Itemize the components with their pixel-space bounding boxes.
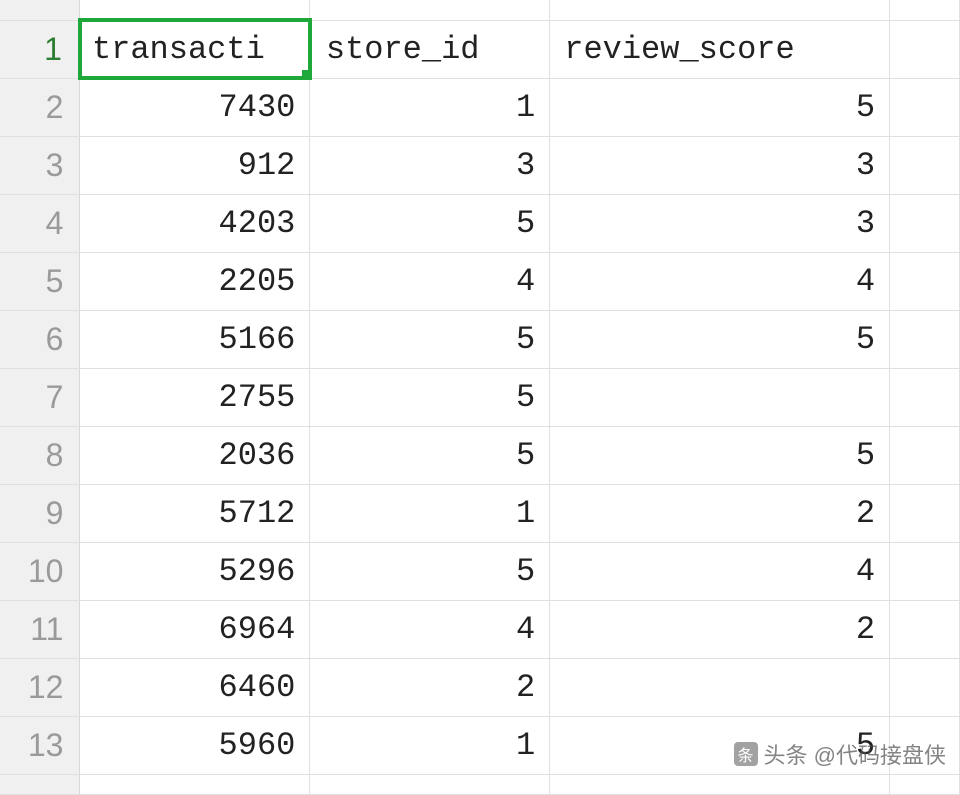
table-row: 1 transacti store_id review_score <box>0 20 960 78</box>
partial-row-bottom <box>0 774 960 794</box>
table-row: 7 2755 5 <box>0 368 960 426</box>
table-row: 6 5166 5 5 <box>0 310 960 368</box>
cell-d5[interactable] <box>890 252 960 310</box>
cell-d7[interactable] <box>890 368 960 426</box>
cell-c6[interactable]: 5 <box>550 310 890 368</box>
watermark-icon: 条 <box>734 742 758 766</box>
cell-partial-d <box>890 0 960 20</box>
row-header-12[interactable]: 12 <box>0 658 80 716</box>
cell-d1[interactable] <box>890 20 960 78</box>
cell-c2[interactable]: 5 <box>550 78 890 136</box>
cell-partial-d-bottom <box>890 774 960 794</box>
cell-b10[interactable]: 5 <box>310 542 550 600</box>
partial-row-top <box>0 0 960 20</box>
table-row: 11 6964 4 2 <box>0 600 960 658</box>
row-header-4[interactable]: 4 <box>0 194 80 252</box>
cell-a2[interactable]: 7430 <box>80 78 310 136</box>
watermark-text: 头条 @代码接盘侠 <box>764 738 946 770</box>
cell-b7[interactable]: 5 <box>310 368 550 426</box>
row-header-13[interactable]: 13 <box>0 716 80 774</box>
cell-a7[interactable]: 2755 <box>80 368 310 426</box>
cell-d4[interactable] <box>890 194 960 252</box>
cell-a8[interactable]: 2036 <box>80 426 310 484</box>
cell-c8[interactable]: 5 <box>550 426 890 484</box>
cell-partial-b <box>310 0 550 20</box>
cell-partial-a <box>80 0 310 20</box>
row-header-2[interactable]: 2 <box>0 78 80 136</box>
cell-partial-a-bottom <box>80 774 310 794</box>
row-header-11[interactable]: 11 <box>0 600 80 658</box>
cell-d8[interactable] <box>890 426 960 484</box>
cell-c1[interactable]: review_score <box>550 20 890 78</box>
cell-c3[interactable]: 3 <box>550 136 890 194</box>
table-row: 9 5712 1 2 <box>0 484 960 542</box>
cell-b4[interactable]: 5 <box>310 194 550 252</box>
cell-b13[interactable]: 1 <box>310 716 550 774</box>
table-row: 10 5296 5 4 <box>0 542 960 600</box>
row-header-8[interactable]: 8 <box>0 426 80 484</box>
row-header-10[interactable]: 10 <box>0 542 80 600</box>
cell-c5[interactable]: 4 <box>550 252 890 310</box>
cell-a4[interactable]: 4203 <box>80 194 310 252</box>
table-row: 4 4203 5 3 <box>0 194 960 252</box>
cell-c4[interactable]: 3 <box>550 194 890 252</box>
cell-d3[interactable] <box>890 136 960 194</box>
table-row: 2 7430 1 5 <box>0 78 960 136</box>
cell-d12[interactable] <box>890 658 960 716</box>
row-header-3[interactable]: 3 <box>0 136 80 194</box>
cell-d11[interactable] <box>890 600 960 658</box>
cell-b6[interactable]: 5 <box>310 310 550 368</box>
watermark: 条 头条 @代码接盘侠 <box>734 738 946 770</box>
cell-b1[interactable]: store_id <box>310 20 550 78</box>
cell-a10[interactable]: 5296 <box>80 542 310 600</box>
row-header-7[interactable]: 7 <box>0 368 80 426</box>
cell-c10[interactable]: 4 <box>550 542 890 600</box>
cell-partial-b-bottom <box>310 774 550 794</box>
row-header-1[interactable]: 1 <box>0 20 80 78</box>
cell-c7[interactable] <box>550 368 890 426</box>
cell-a1-selected[interactable]: transacti <box>80 20 310 78</box>
spreadsheet-grid[interactable]: 1 transacti store_id review_score 2 7430… <box>0 0 960 795</box>
cell-partial-c <box>550 0 890 20</box>
cell-b5[interactable]: 4 <box>310 252 550 310</box>
cell-b2[interactable]: 1 <box>310 78 550 136</box>
cell-a5[interactable]: 2205 <box>80 252 310 310</box>
cell-b8[interactable]: 5 <box>310 426 550 484</box>
cell-d9[interactable] <box>890 484 960 542</box>
row-header-9[interactable]: 9 <box>0 484 80 542</box>
cell-d6[interactable] <box>890 310 960 368</box>
table-row: 5 2205 4 4 <box>0 252 960 310</box>
cell-a12[interactable]: 6460 <box>80 658 310 716</box>
cell-a11[interactable]: 6964 <box>80 600 310 658</box>
cell-c9[interactable]: 2 <box>550 484 890 542</box>
table-row: 3 912 3 3 <box>0 136 960 194</box>
cell-b11[interactable]: 4 <box>310 600 550 658</box>
cell-b9[interactable]: 1 <box>310 484 550 542</box>
row-header-partial <box>0 0 80 20</box>
cell-a13[interactable]: 5960 <box>80 716 310 774</box>
cell-a9[interactable]: 5712 <box>80 484 310 542</box>
cell-d2[interactable] <box>890 78 960 136</box>
cell-a6[interactable]: 5166 <box>80 310 310 368</box>
row-header-partial-bottom <box>0 774 80 794</box>
table-row: 8 2036 5 5 <box>0 426 960 484</box>
cell-c11[interactable]: 2 <box>550 600 890 658</box>
cell-d10[interactable] <box>890 542 960 600</box>
row-header-6[interactable]: 6 <box>0 310 80 368</box>
table-row: 12 6460 2 <box>0 658 960 716</box>
cell-b3[interactable]: 3 <box>310 136 550 194</box>
cell-a3[interactable]: 912 <box>80 136 310 194</box>
row-header-5[interactable]: 5 <box>0 252 80 310</box>
cell-c12[interactable] <box>550 658 890 716</box>
cell-partial-c-bottom <box>550 774 890 794</box>
cell-b12[interactable]: 2 <box>310 658 550 716</box>
